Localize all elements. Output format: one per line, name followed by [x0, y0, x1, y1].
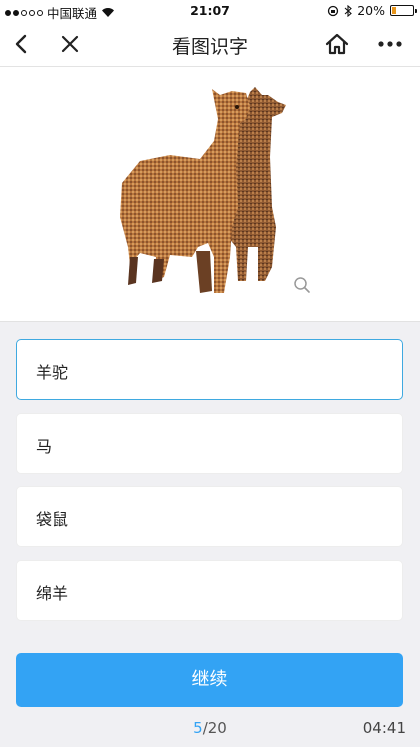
page-title: 看图识字	[171, 36, 248, 58]
answer-option-label: 袋鼠	[36, 510, 69, 529]
question-progress: 5/20	[0, 719, 420, 737]
more-icon	[378, 41, 402, 47]
answer-option[interactable]: 羊驼	[16, 339, 403, 400]
battery-percent: 20%	[357, 3, 385, 18]
nav-bar: 看图识字	[0, 22, 420, 67]
home-icon	[325, 33, 349, 55]
more-button[interactable]	[375, 30, 405, 58]
orientation-lock-icon	[328, 5, 339, 16]
bluetooth-icon	[344, 4, 353, 17]
progress-total: /20	[202, 719, 227, 737]
continue-button[interactable]: 继续	[16, 653, 403, 707]
status-bar: 中国联通 21:07 20%	[0, 0, 420, 22]
answer-option-label: 绵羊	[36, 584, 69, 603]
answer-option-label: 马	[36, 437, 53, 456]
countdown-timer: 04:41	[362, 719, 406, 737]
answer-option[interactable]: 马	[16, 413, 403, 474]
alpaca-image	[120, 87, 286, 293]
picture-area	[0, 67, 420, 322]
zoom-button[interactable]	[293, 276, 311, 294]
home-button[interactable]	[322, 30, 352, 58]
answer-option-label: 羊驼	[36, 363, 69, 382]
status-right: 20%	[327, 3, 417, 18]
answer-option[interactable]: 袋鼠	[16, 486, 403, 547]
progress-current: 5	[193, 719, 203, 737]
magnifier-icon	[294, 277, 310, 293]
answer-option[interactable]: 绵羊	[16, 560, 403, 621]
battery-icon	[390, 5, 417, 16]
